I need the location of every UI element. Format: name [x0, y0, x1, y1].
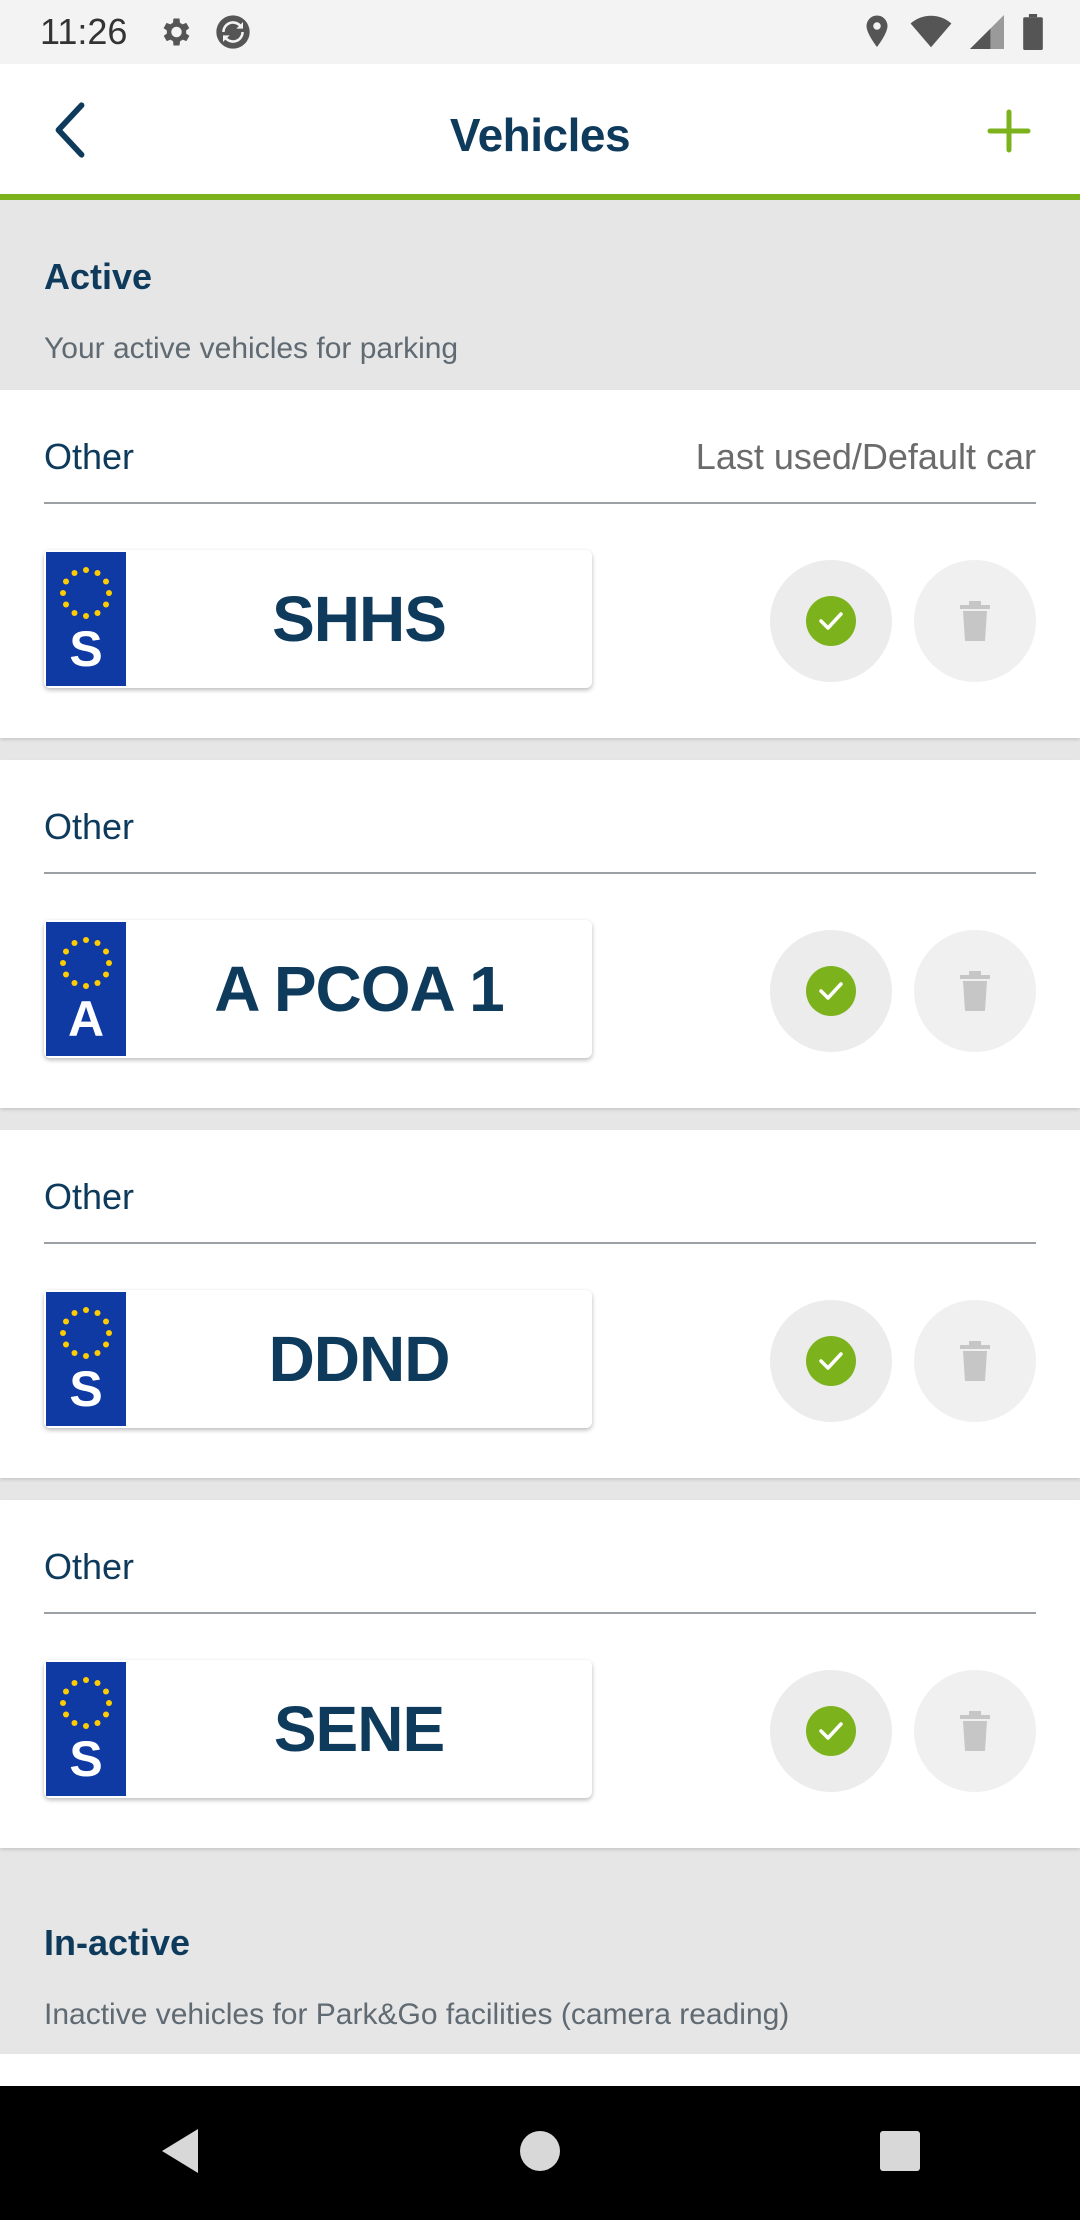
vehicle-card: Other S SENE — [0, 1500, 1080, 1848]
vehicle-type: Other — [44, 1546, 135, 1587]
check-icon — [806, 596, 856, 646]
battery-icon — [1022, 14, 1044, 50]
active-section-title: Active — [44, 256, 153, 297]
plus-icon — [987, 109, 1031, 153]
set-active-button[interactable] — [770, 930, 892, 1052]
divider — [44, 502, 1036, 504]
license-plate[interactable]: S DDND — [44, 1290, 592, 1428]
eu-stars-icon — [60, 937, 112, 989]
plate-number: A PCOA 1 — [214, 953, 505, 1025]
check-icon — [806, 966, 856, 1016]
license-plate[interactable]: S SENE — [44, 1660, 592, 1798]
license-plate[interactable]: A A PCOA 1 — [44, 920, 592, 1058]
eu-band: S — [46, 1662, 126, 1796]
sync-icon — [213, 12, 253, 52]
license-plate[interactable]: S SHHS — [44, 550, 592, 688]
set-active-button[interactable] — [770, 560, 892, 682]
delete-button[interactable] — [914, 930, 1036, 1052]
vehicle-type: Other — [44, 436, 135, 477]
eu-band: S — [46, 552, 126, 686]
page-title: Vehicles — [449, 109, 631, 161]
nav-recents-icon[interactable] — [878, 2129, 922, 2178]
vehicle-default-note: Last used/Default car — [695, 436, 1036, 477]
plate-country-code: A — [67, 991, 105, 1047]
status-bar: 11:26 — [0, 0, 1080, 64]
eu-stars-icon — [60, 1677, 112, 1729]
trash-icon — [960, 1711, 990, 1751]
plate-number: SHHS — [272, 583, 447, 655]
active-section-subtitle: Your active vehicles for parking — [44, 332, 459, 365]
active-section-header: Active Your active vehicles for parking — [44, 256, 1044, 366]
location-icon — [862, 14, 892, 50]
set-active-button[interactable] — [770, 1300, 892, 1422]
nav-home-icon[interactable] — [518, 2129, 562, 2178]
eu-band: S — [46, 1292, 126, 1426]
divider — [44, 1612, 1036, 1614]
vehicle-card: Other A A PCOA 1 — [0, 760, 1080, 1108]
settings-icon — [157, 12, 193, 52]
system-nav-bar — [0, 2086, 1080, 2220]
trash-icon — [960, 601, 990, 641]
set-active-button[interactable] — [770, 1670, 892, 1792]
plate-number: SENE — [273, 1693, 445, 1765]
vehicle-card: Other Last used/Default car S SHHS — [0, 390, 1080, 738]
signal-icon — [970, 15, 1004, 49]
plate-country-code: S — [69, 621, 103, 677]
plate-number: DDND — [268, 1323, 451, 1395]
delete-button[interactable] — [914, 1670, 1036, 1792]
wifi-icon — [910, 15, 952, 49]
inactive-section-title: In-active — [44, 1922, 191, 1963]
vehicle-type: Other — [44, 806, 135, 847]
plate-country-code: S — [69, 1361, 103, 1417]
eu-stars-icon — [60, 1307, 112, 1359]
inactive-section-subtitle: Inactive vehicles for Park&Go facilities… — [44, 1998, 790, 2031]
app-bar: Vehicles — [0, 64, 1080, 200]
trash-icon — [960, 1341, 990, 1381]
eu-stars-icon — [60, 567, 112, 619]
divider — [44, 1242, 1036, 1244]
nav-back-icon[interactable] — [158, 2126, 202, 2181]
vehicle-type: Other — [44, 1176, 135, 1217]
check-icon — [806, 1706, 856, 1756]
plate-country-code: S — [69, 1731, 103, 1787]
inactive-card-peek — [0, 2054, 1080, 2086]
add-vehicle-button[interactable] — [974, 96, 1044, 166]
delete-button[interactable] — [914, 560, 1036, 682]
delete-button[interactable] — [914, 1300, 1036, 1422]
inactive-section-header: In-active Inactive vehicles for Park&Go … — [44, 1922, 1044, 2032]
status-time: 11:26 — [40, 11, 128, 52]
vehicle-card: Other S DDND — [0, 1130, 1080, 1478]
divider — [44, 872, 1036, 874]
eu-band: A — [46, 922, 126, 1056]
trash-icon — [960, 971, 990, 1011]
check-icon — [806, 1336, 856, 1386]
